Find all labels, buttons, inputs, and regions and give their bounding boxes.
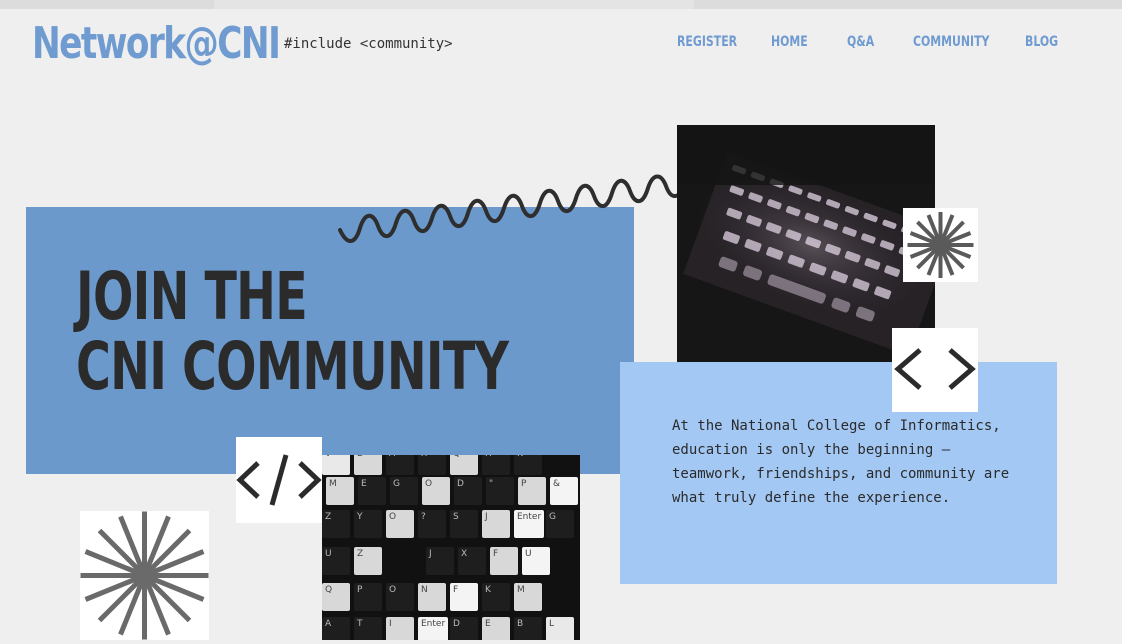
nav-register[interactable]: REGISTER bbox=[677, 34, 737, 50]
keycap: Enter bbox=[514, 510, 544, 538]
chevrons-icon bbox=[894, 348, 976, 390]
keycap: F bbox=[450, 583, 478, 611]
nav-blog[interactable]: BLOG bbox=[1025, 34, 1058, 50]
tagline: #include <community> bbox=[284, 36, 453, 52]
keycap: S bbox=[450, 510, 478, 538]
keycap: X bbox=[458, 547, 486, 575]
keycap: V bbox=[322, 455, 350, 475]
keycap: D bbox=[454, 477, 482, 505]
keycap: I bbox=[386, 617, 414, 640]
nav-home[interactable]: HOME bbox=[771, 34, 808, 50]
info-text: At the National College of Informatics, … bbox=[672, 418, 1010, 506]
keycap: Z bbox=[322, 510, 350, 538]
chevrons-tile bbox=[892, 328, 978, 412]
keycap: E bbox=[358, 477, 386, 505]
keycap: ? bbox=[418, 510, 446, 538]
keycap: G bbox=[546, 510, 574, 538]
keycap: N bbox=[418, 583, 446, 611]
keycap: T bbox=[354, 617, 382, 640]
keycap: A bbox=[322, 617, 350, 640]
keycap: D bbox=[450, 617, 478, 640]
keycap: Q bbox=[322, 583, 350, 611]
keycap: H bbox=[482, 455, 510, 475]
keycap: B bbox=[514, 617, 542, 640]
keycap: Z bbox=[354, 547, 382, 575]
keycap: L bbox=[546, 617, 574, 640]
keycap: & bbox=[550, 477, 578, 505]
keycap: E bbox=[482, 617, 510, 640]
keycap: M bbox=[514, 583, 542, 611]
keycap: G bbox=[390, 477, 418, 505]
top-band bbox=[0, 0, 1122, 9]
keycap: U bbox=[522, 547, 550, 575]
asterisk-star-icon bbox=[80, 511, 209, 640]
keycap: M bbox=[326, 477, 354, 505]
keycap: P bbox=[518, 477, 546, 505]
keycap: K bbox=[482, 583, 510, 611]
keycap: X bbox=[418, 455, 446, 475]
code-tile bbox=[236, 437, 322, 523]
keycap: " bbox=[486, 477, 514, 505]
keycap: F bbox=[490, 547, 518, 575]
keycap: K bbox=[514, 455, 542, 475]
keycap: Enter bbox=[418, 617, 448, 640]
keycaps-photo: VBAXQHKMEGOD"P&ZYO?SJEnterGUZJXFUQPONFKM… bbox=[322, 455, 580, 640]
code-tag-icon bbox=[236, 454, 322, 506]
star-tile-top bbox=[903, 208, 978, 282]
hero-title-line2: CNI COMMUNITY bbox=[76, 328, 509, 405]
hero-title-line1: JOIN THE bbox=[76, 258, 308, 335]
nav-community[interactable]: COMMUNITY bbox=[913, 34, 989, 50]
keycap: U bbox=[322, 547, 350, 575]
nav-qa[interactable]: Q&A bbox=[847, 34, 874, 50]
squiggle-line bbox=[338, 174, 689, 243]
brand-logo[interactable]: Network@CNI bbox=[32, 18, 281, 70]
keycap: J bbox=[426, 547, 454, 575]
star-tile-bottom bbox=[80, 511, 209, 640]
keycap: A bbox=[386, 455, 414, 475]
keycap: P bbox=[354, 583, 382, 611]
keycap: B bbox=[354, 455, 382, 475]
asterisk-star-icon bbox=[907, 212, 974, 278]
keycap: J bbox=[482, 510, 510, 538]
keycap: Q bbox=[450, 455, 478, 475]
hero-title: JOIN THE CNI COMMUNITY bbox=[76, 258, 509, 405]
keycap: O bbox=[386, 510, 414, 538]
keycap: Y bbox=[354, 510, 382, 538]
keycap: O bbox=[422, 477, 450, 505]
keycap: O bbox=[386, 583, 414, 611]
top-band-tab bbox=[214, 0, 694, 9]
